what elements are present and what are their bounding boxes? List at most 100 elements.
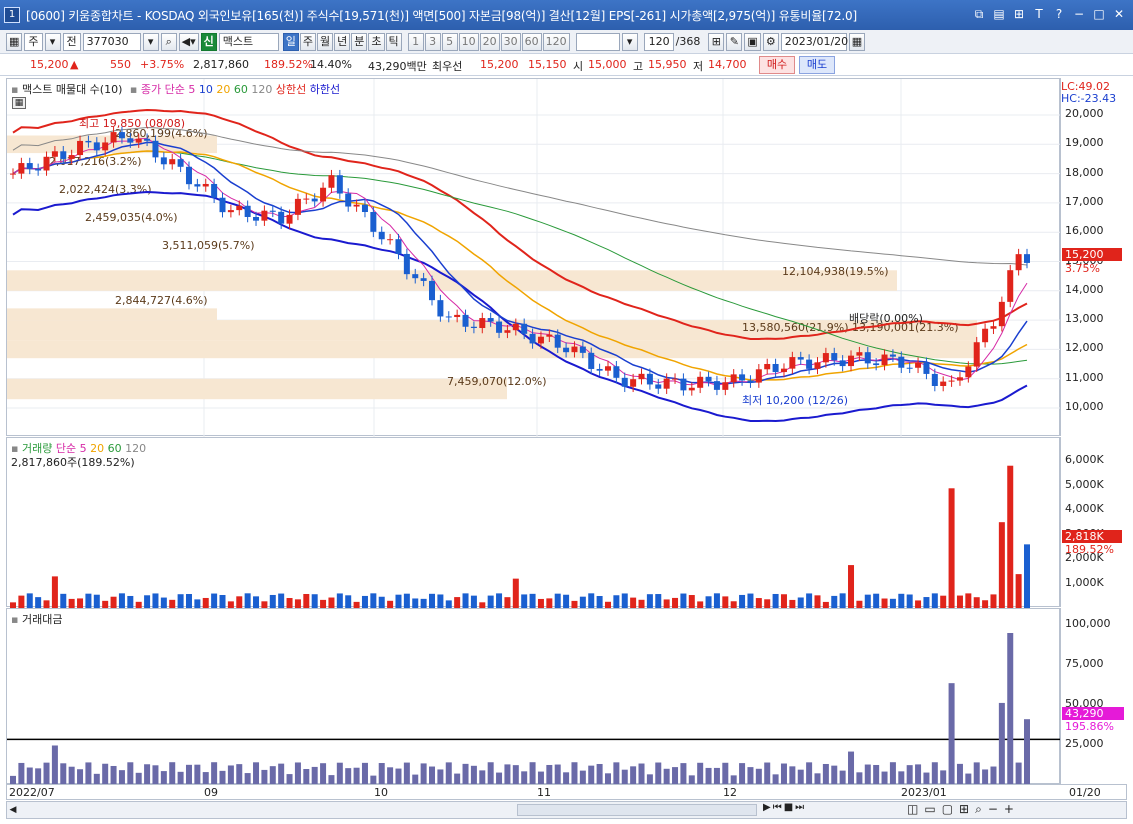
zoom-in-icon[interactable]: + (1004, 802, 1014, 817)
next-page-icon[interactable]: ⏭ (795, 802, 804, 813)
interval-button-6[interactable]: 60 (521, 32, 542, 51)
amount-chart[interactable] (7, 609, 1061, 785)
chevron-down-icon[interactable]: ▾ (44, 32, 61, 51)
low-label: 저 (693, 60, 704, 73)
volume-bar (512, 578, 519, 608)
candle-body (856, 352, 863, 356)
buy-button[interactable]: 매수 (759, 56, 795, 74)
volume-bar (43, 600, 50, 608)
prev-page-icon[interactable]: ⏮ (773, 802, 782, 813)
candle-body (554, 334, 561, 348)
font-icon[interactable]: T (1031, 6, 1047, 22)
legend-ma120: 120 (251, 83, 273, 96)
candle-body (797, 357, 804, 360)
tab-period-0[interactable]: 일 (282, 32, 299, 51)
volume-bar (940, 595, 947, 608)
tab-period-6[interactable]: 틱 (385, 32, 402, 51)
zoom-out-icon[interactable]: − (988, 802, 998, 817)
tab-period-3[interactable]: 년 (334, 32, 351, 51)
candle-body (973, 342, 980, 367)
amount-bar (336, 762, 343, 785)
settings-icon[interactable]: ⚙ (762, 32, 779, 51)
interval-button-0[interactable]: 1 (407, 32, 424, 51)
table-icon[interactable]: ▦ (12, 97, 26, 109)
amount-bar (822, 763, 829, 785)
price-chart-panel[interactable]: 2,860,199(4.6%) 2,017,216(3.2%) 2,022,424(… (6, 78, 1061, 437)
interval-button-1[interactable]: 3 (424, 32, 441, 51)
amount-bar (60, 763, 67, 785)
interval-custom-input[interactable] (575, 32, 620, 51)
minimize-icon[interactable]: − (1071, 6, 1087, 22)
amount-bar (110, 765, 117, 785)
date-input[interactable]: 2023/01/20 (780, 32, 848, 51)
indicator-icon[interactable]: ⊞ (708, 32, 725, 51)
stop-icon[interactable]: ■ (784, 802, 793, 813)
stock-name-field[interactable]: 맥스트 (218, 32, 279, 51)
volume-bar (982, 600, 989, 608)
candle-body (521, 323, 528, 334)
chart-scrollbar[interactable]: ◀ ▶ ⏮ ■ ⏭ ◫ ▭ ▢ ⊞ ⌕ − + (6, 801, 1127, 819)
interval-button-5[interactable]: 30 (500, 32, 521, 51)
volume-bar (596, 596, 603, 608)
amount-chart-panel[interactable]: ▪ 거래대금 (6, 608, 1061, 785)
maximize-icon[interactable]: □ (1091, 6, 1107, 22)
sound-icon[interactable]: ◀▾ (178, 32, 199, 51)
calendar-icon[interactable]: ▦ (848, 32, 866, 51)
zoom-fit-icon[interactable]: ◫ (907, 802, 918, 817)
volume-bar (621, 593, 628, 608)
link-icon[interactable]: ⧉ (971, 6, 987, 22)
interval-dropdown-icon[interactable]: ▾ (621, 32, 638, 51)
tab-period-1[interactable]: 주 (299, 32, 317, 51)
help-icon[interactable]: ? (1051, 6, 1067, 22)
legend-name: 맥스트 매물대 수(10) (21, 83, 123, 96)
zoom-expand-icon[interactable]: ⊞ (959, 802, 969, 817)
volume-bar (429, 593, 436, 608)
amount-bar (521, 771, 528, 785)
scroll-right-icon[interactable]: ▶ (763, 802, 771, 813)
price-tick: 20,000 (1065, 107, 1104, 120)
zoom-window-icon[interactable]: ▢ (942, 802, 953, 817)
amount-bar (294, 762, 301, 785)
volume-chart[interactable] (7, 438, 1061, 608)
price-current-pct: 3.75% (1065, 262, 1100, 275)
stock-code-input[interactable]: 377030 (82, 32, 141, 51)
interval-button-2[interactable]: 5 (441, 32, 458, 51)
candle-body (688, 387, 695, 391)
volume-bar (579, 596, 586, 608)
sell-button[interactable]: 매도 (799, 56, 835, 74)
search-icon[interactable]: ⌕ (160, 32, 177, 51)
window-list-icon[interactable]: ▤ (991, 6, 1007, 22)
tab-period-4[interactable]: 분 (351, 32, 368, 51)
count-input[interactable]: 120 (643, 32, 674, 51)
interval-button-4[interactable]: 20 (479, 32, 500, 51)
legend-lower-band: 하한선 (309, 83, 341, 96)
tab-period-2[interactable]: 월 (317, 32, 334, 51)
price-tick: 19,000 (1065, 136, 1104, 150)
zoom-search-icon[interactable]: ⌕ (975, 802, 982, 817)
amount-bar (663, 768, 670, 785)
candle-body (898, 356, 905, 368)
close-icon[interactable]: ✕ (1111, 6, 1127, 22)
high-label: 고 (633, 60, 644, 73)
volume-chart-panel[interactable]: ▪ 거래량 단순 5 20 60 120 2,817,860주(189.52%) (6, 437, 1061, 608)
volume-bar (445, 600, 452, 608)
draw-icon[interactable]: ✎ (726, 32, 743, 51)
tab-period-5[interactable]: 초 (368, 32, 385, 51)
volume-bar (244, 593, 251, 608)
volume-bar (269, 594, 276, 608)
pin-icon[interactable]: ⊞ (1011, 6, 1027, 22)
scroll-left-icon[interactable]: ◀ (7, 802, 19, 818)
interval-button-7[interactable]: 120 (542, 32, 570, 51)
price-chart[interactable]: 2,860,199(4.6%)2,017,216(3.2%)2,022,424(… (7, 79, 1061, 437)
period-week-select[interactable]: 주 (24, 32, 43, 51)
save-icon[interactable]: ▣ (744, 32, 761, 51)
candle-body (211, 183, 218, 198)
code-dropdown-icon[interactable]: ▾ (142, 32, 159, 51)
x-axis-label: 01/20 (1069, 786, 1101, 799)
interval-button-3[interactable]: 10 (458, 32, 479, 51)
zoom-all-icon[interactable]: ▭ (924, 802, 935, 817)
period-all-select[interactable]: 전 (62, 32, 81, 51)
grid-icon[interactable]: ▦ (6, 32, 23, 51)
amount-bar (85, 762, 92, 785)
scroll-thumb[interactable] (517, 804, 757, 816)
